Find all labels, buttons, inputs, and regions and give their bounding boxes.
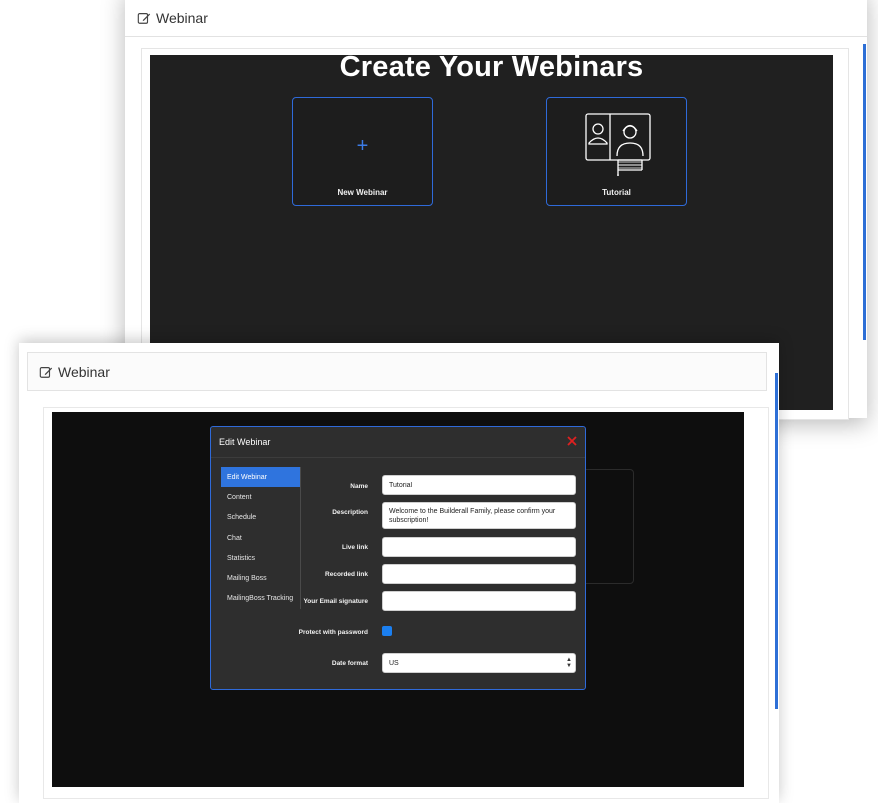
panel-title-text: Webinar xyxy=(58,363,110,380)
live-link-input[interactable] xyxy=(382,537,576,557)
panel-header: Webinar xyxy=(27,352,767,391)
new-webinar-card[interactable]: + New Webinar xyxy=(292,97,433,206)
date-format-value: US xyxy=(382,653,576,673)
card-label: Tutorial xyxy=(602,188,631,197)
scrollbar[interactable] xyxy=(863,44,866,340)
select-arrows-icon: ▲ ▼ xyxy=(566,657,572,669)
protect-password-label: Protect with password xyxy=(298,629,368,636)
recorded-link-label: Recorded link xyxy=(325,571,368,578)
date-format-select[interactable]: US ▲ ▼ xyxy=(382,653,576,673)
description-label: Description xyxy=(332,509,368,516)
scrollbar[interactable] xyxy=(775,373,778,709)
edit-icon xyxy=(137,13,151,24)
protect-password-checkbox[interactable] xyxy=(382,626,392,636)
date-format-label: Date format xyxy=(331,660,368,667)
modal-header: Edit Webinar xyxy=(211,427,585,458)
close-icon[interactable] xyxy=(567,436,577,446)
panel-header: Webinar xyxy=(125,0,867,37)
panel-title-text: Webinar xyxy=(156,10,208,26)
description-input[interactable]: Welcome to the Builderall Family, please… xyxy=(382,502,576,529)
email-signature-label: Your Email signature xyxy=(303,598,368,605)
edit-webinar-modal: Edit Webinar Edit Webinar Content Schedu… xyxy=(210,426,586,690)
name-label: Name xyxy=(350,483,368,490)
email-signature-input[interactable] xyxy=(382,591,576,611)
panel-title: Webinar xyxy=(137,10,208,26)
edit-icon xyxy=(39,366,53,378)
name-input[interactable] xyxy=(382,475,576,495)
modal-title: Edit Webinar xyxy=(219,437,271,447)
plus-icon: + xyxy=(356,135,369,157)
tutorial-card[interactable]: Tutorial xyxy=(546,97,687,206)
webinar-presentation-icon xyxy=(585,113,651,176)
card-label: New Webinar xyxy=(337,188,388,197)
live-link-label: Live link xyxy=(341,544,368,551)
page-heading: Create Your Webinars xyxy=(339,51,644,83)
panel-title: Webinar xyxy=(39,364,110,380)
recorded-link-input[interactable] xyxy=(382,564,576,584)
